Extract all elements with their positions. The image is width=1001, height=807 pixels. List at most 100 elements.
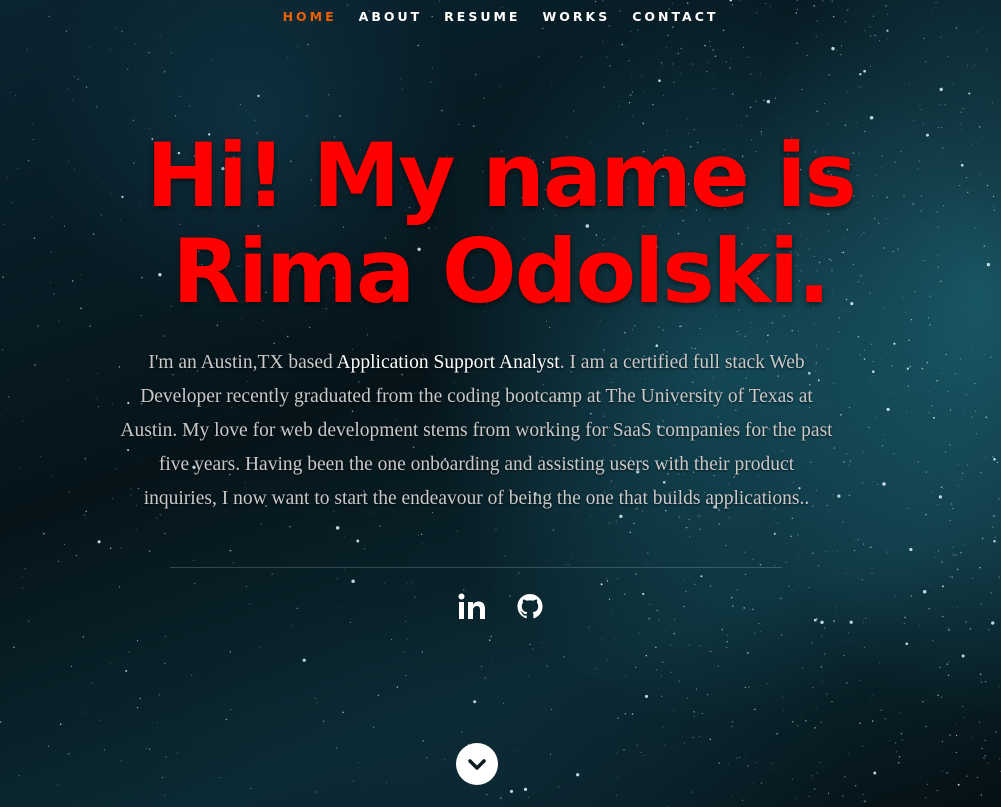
star bbox=[346, 4, 349, 6]
star bbox=[6, 177, 8, 178]
star bbox=[848, 752, 849, 754]
star bbox=[854, 538, 856, 540]
star bbox=[549, 326, 551, 328]
star bbox=[873, 481, 875, 483]
star bbox=[998, 758, 1001, 760]
star bbox=[601, 637, 603, 639]
star bbox=[960, 161, 962, 163]
nav-resume[interactable]: RESUME bbox=[444, 8, 520, 26]
github-icon bbox=[517, 594, 542, 619]
star bbox=[941, 770, 943, 772]
star bbox=[869, 35, 871, 37]
star bbox=[952, 546, 954, 548]
scroll-down-button[interactable] bbox=[456, 743, 498, 785]
nav-home[interactable]: HOME bbox=[283, 8, 337, 26]
star bbox=[339, 115, 341, 117]
star bbox=[516, 750, 518, 751]
star bbox=[72, 99, 74, 101]
star bbox=[889, 740, 891, 741]
star bbox=[692, 668, 694, 670]
star bbox=[994, 770, 996, 772]
star bbox=[996, 461, 999, 464]
star bbox=[58, 320, 60, 322]
star bbox=[662, 94, 665, 97]
star bbox=[979, 173, 981, 175]
star bbox=[614, 637, 616, 639]
star bbox=[165, 756, 167, 758]
main-nav: HOME ABOUT RESUME WORKS CONTACT bbox=[0, 8, 1001, 26]
star bbox=[918, 160, 920, 162]
star bbox=[939, 87, 943, 92]
star bbox=[917, 168, 919, 170]
star bbox=[783, 535, 785, 537]
star bbox=[852, 427, 853, 429]
star bbox=[927, 317, 929, 319]
star bbox=[673, 81, 675, 83]
star bbox=[125, 669, 128, 672]
star bbox=[628, 59, 630, 62]
star bbox=[838, 331, 840, 333]
star bbox=[444, 758, 446, 760]
star bbox=[915, 79, 916, 81]
nav-contact[interactable]: CONTACT bbox=[632, 8, 718, 26]
star bbox=[766, 99, 771, 104]
star bbox=[629, 6, 631, 7]
star bbox=[230, 550, 233, 552]
star bbox=[947, 55, 949, 58]
star bbox=[863, 543, 865, 545]
star bbox=[838, 428, 839, 429]
star bbox=[941, 146, 944, 149]
star bbox=[71, 280, 74, 282]
star bbox=[924, 223, 926, 225]
star bbox=[805, 719, 807, 722]
star bbox=[302, 658, 306, 662]
star bbox=[675, 54, 676, 55]
star bbox=[615, 752, 617, 754]
star bbox=[797, 558, 799, 560]
star bbox=[100, 719, 101, 721]
github-link[interactable] bbox=[516, 592, 544, 622]
star bbox=[408, 525, 410, 526]
star bbox=[490, 635, 492, 638]
star bbox=[576, 773, 580, 777]
star bbox=[791, 330, 793, 332]
star bbox=[937, 694, 939, 696]
star bbox=[726, 646, 728, 648]
star bbox=[356, 539, 360, 543]
nav-works[interactable]: WORKS bbox=[542, 8, 610, 26]
nav-about[interactable]: ABOUT bbox=[359, 8, 423, 26]
star bbox=[687, 697, 689, 699]
star bbox=[955, 27, 958, 29]
star bbox=[498, 86, 500, 88]
star bbox=[979, 673, 982, 675]
star bbox=[826, 693, 828, 695]
star bbox=[652, 103, 654, 106]
star bbox=[822, 765, 823, 767]
star bbox=[127, 68, 129, 70]
star bbox=[233, 562, 235, 564]
star bbox=[615, 520, 618, 523]
star bbox=[848, 387, 850, 389]
star bbox=[10, 202, 13, 204]
star bbox=[156, 722, 158, 724]
linkedin-link[interactable] bbox=[458, 592, 486, 622]
star bbox=[19, 467, 21, 469]
star bbox=[870, 678, 872, 680]
star bbox=[961, 472, 964, 475]
star bbox=[660, 675, 662, 677]
star bbox=[791, 517, 794, 520]
star bbox=[902, 296, 904, 298]
star bbox=[748, 686, 750, 688]
star bbox=[928, 234, 929, 235]
star bbox=[776, 732, 778, 735]
star bbox=[941, 126, 943, 128]
star bbox=[897, 762, 900, 764]
star bbox=[998, 113, 1000, 114]
star bbox=[859, 353, 861, 356]
star bbox=[486, 794, 488, 796]
star bbox=[163, 71, 166, 73]
star bbox=[115, 468, 117, 470]
star bbox=[708, 62, 710, 64]
star bbox=[111, 403, 113, 405]
star bbox=[639, 632, 641, 634]
